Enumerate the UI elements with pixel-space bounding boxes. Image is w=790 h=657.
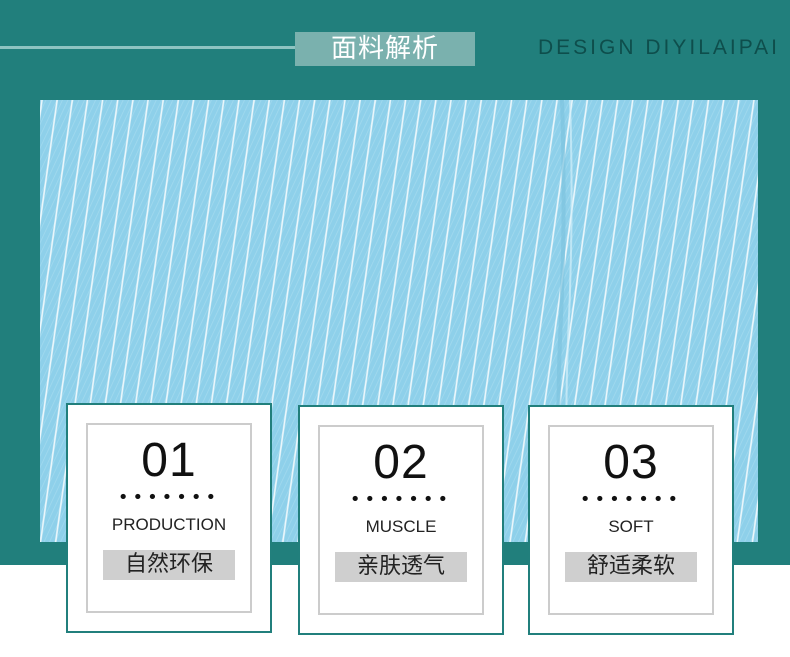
feature-english-label: SOFT: [608, 517, 654, 536]
feature-card-3: 03 ••••••• SOFT 舒适柔软: [528, 405, 734, 635]
feature-english-label: PRODUCTION: [111, 515, 227, 534]
dotted-separator: •••••••: [579, 489, 683, 510]
feature-chinese-label: 舒适柔软: [565, 552, 697, 582]
feature-number: 03: [603, 436, 659, 489]
section-subtitle: DESIGN DIYILAIPAI: [538, 36, 780, 59]
feature-number: 01: [141, 434, 197, 487]
section-title: 面料解析: [295, 32, 475, 66]
dotted-separator: •••••••: [349, 489, 453, 510]
feature-number: 02: [373, 436, 429, 489]
feature-english-label: MUSCLE: [365, 517, 437, 536]
feature-card-frame: 01 ••••••• PRODUCTION 自然环保: [86, 423, 252, 613]
feature-card-1: 01 ••••••• PRODUCTION 自然环保: [66, 403, 272, 633]
feature-chinese-label: 自然环保: [103, 550, 235, 580]
feature-card-2: 02 ••••••• MUSCLE 亲肤透气: [298, 405, 504, 635]
feature-chinese-label: 亲肤透气: [335, 552, 467, 582]
dotted-separator: •••••••: [117, 487, 221, 508]
feature-card-frame: 02 ••••••• MUSCLE 亲肤透气: [318, 425, 484, 615]
feature-card-frame: 03 ••••••• SOFT 舒适柔软: [548, 425, 714, 615]
header-divider-line: [0, 46, 296, 49]
